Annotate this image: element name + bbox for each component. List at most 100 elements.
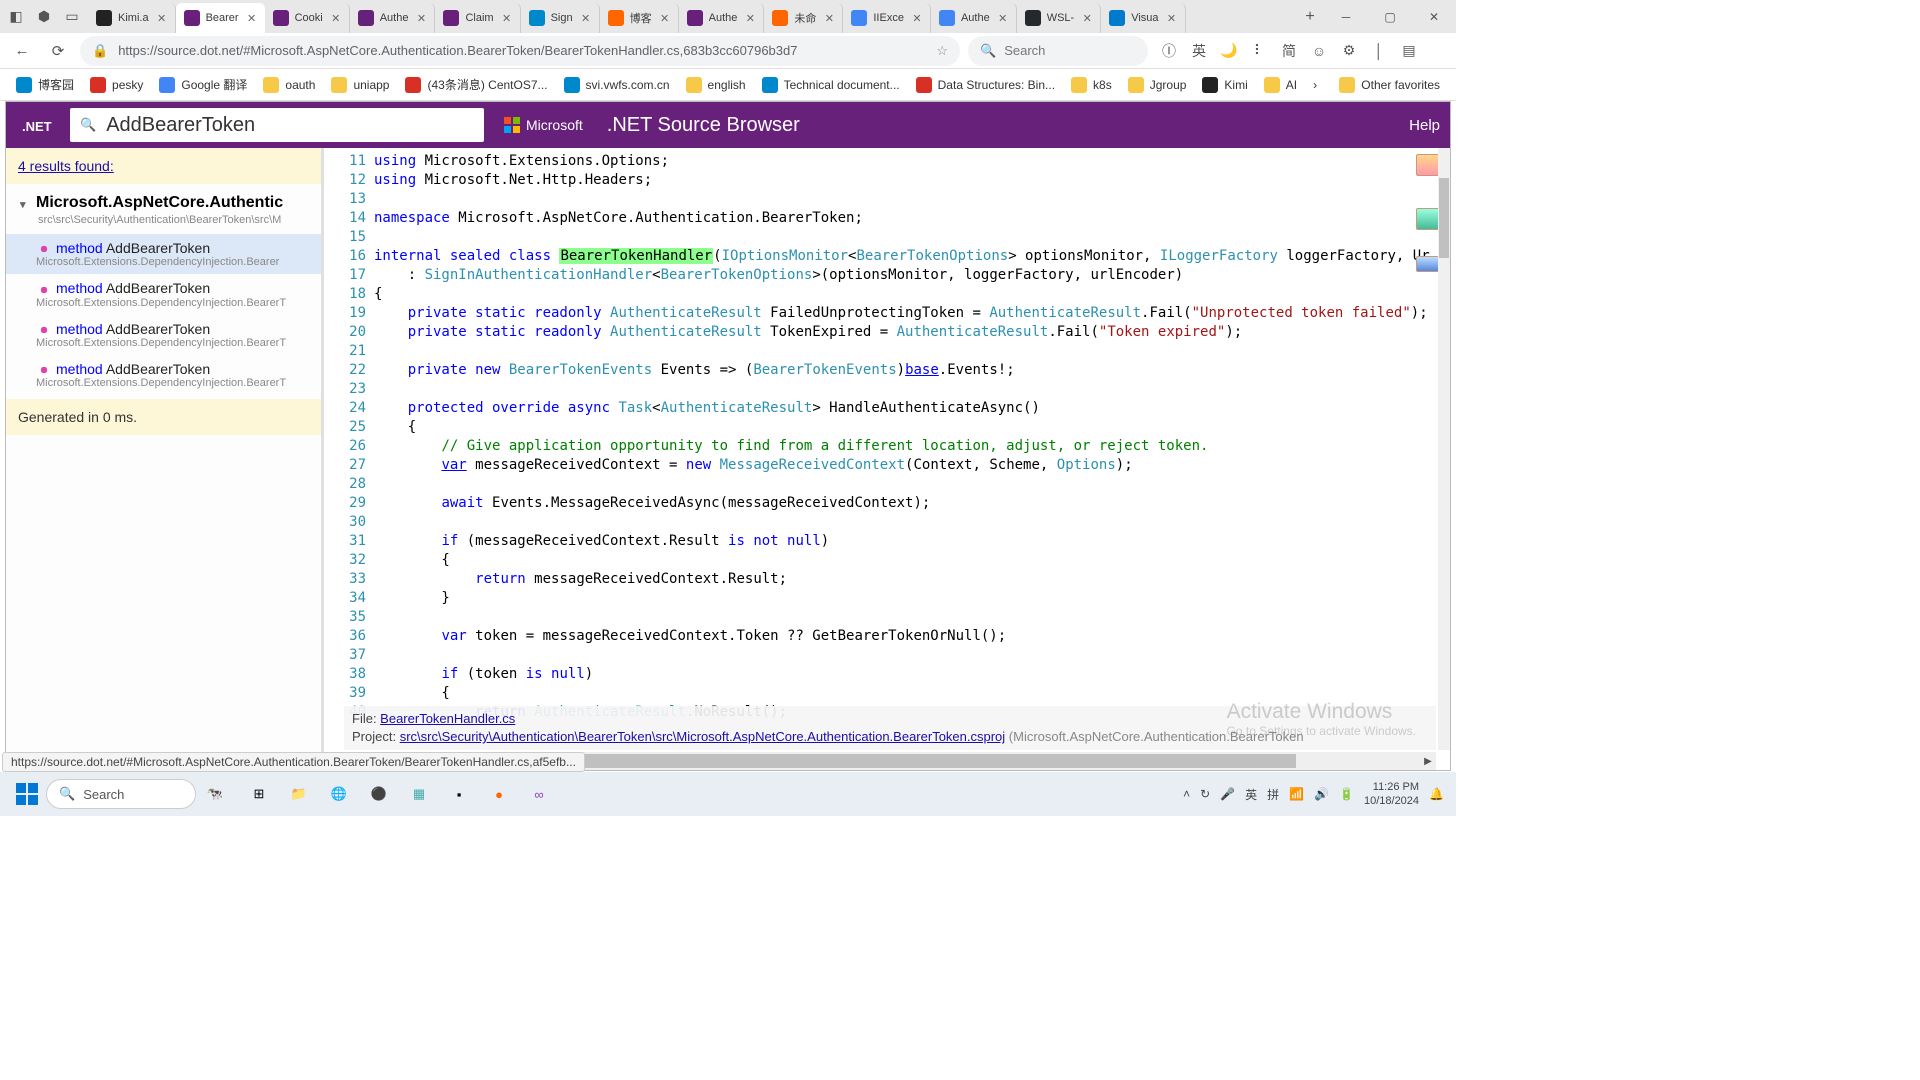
code-line[interactable]: return messageReceivedContext.Result; [374, 570, 1450, 589]
tray-mic-icon[interactable]: 🎤 [1220, 787, 1235, 801]
minimize-button[interactable]: ─ [1324, 0, 1368, 33]
bookmark-item[interactable]: Kimi [1196, 73, 1253, 97]
task-view-icon[interactable]: ⊞ [240, 776, 278, 812]
code-line[interactable]: { [374, 418, 1450, 437]
visual-studio-icon[interactable]: ∞ [520, 776, 558, 812]
code-line[interactable] [374, 608, 1450, 627]
line-number[interactable]: 21 [324, 342, 366, 361]
search-result[interactable]: method AddBearerTokenMicrosoft.Extension… [6, 315, 321, 355]
browser-tab[interactable]: 博客✕ [600, 3, 679, 33]
tray-chevron-icon[interactable]: ˄ [1183, 787, 1190, 801]
line-number[interactable]: 22 [324, 361, 366, 380]
bookmark-item[interactable]: pesky [84, 73, 149, 97]
bookmark-item[interactable]: uniapp [325, 73, 395, 97]
microsoft-logo[interactable]: Microsoft [504, 117, 583, 133]
ime-toggle-en[interactable]: Ⓘ [1156, 38, 1182, 64]
search-result[interactable]: method AddBearerTokenMicrosoft.Extension… [6, 234, 321, 274]
url-field[interactable]: 🔒 https://source.dot.net/#Microsoft.AspN… [80, 36, 960, 66]
close-window-button[interactable]: ✕ [1412, 0, 1456, 33]
line-number[interactable]: 15 [324, 228, 366, 247]
line-number[interactable]: 18 [324, 285, 366, 304]
scroll-right-icon[interactable]: ▶ [1420, 752, 1436, 770]
line-number[interactable]: 14 [324, 209, 366, 228]
code-line[interactable]: var token = messageReceivedContext.Token… [374, 627, 1450, 646]
browser-tab[interactable]: Authe✕ [679, 3, 765, 33]
line-number[interactable]: 19 [324, 304, 366, 323]
ime-mode[interactable]: 拼 [1267, 786, 1279, 803]
profile-icon[interactable]: ◧ [6, 7, 26, 27]
code-line[interactable]: namespace Microsoft.AspNetCore.Authentic… [374, 209, 1450, 228]
code-line[interactable]: var messageReceivedContext = new Message… [374, 456, 1450, 475]
code-line[interactable]: await Events.MessageReceivedAsync(messag… [374, 494, 1450, 513]
site-info-icon[interactable]: 🔒 [92, 43, 108, 59]
file-link[interactable]: BearerTokenHandler.cs [380, 711, 515, 726]
line-number[interactable]: 30 [324, 513, 366, 532]
browser-tab[interactable]: 未命✕ [764, 3, 843, 33]
tab-close-icon[interactable]: ✕ [822, 11, 836, 25]
taskbar-widget-icon[interactable]: 🐄 [200, 786, 230, 802]
tab-close-icon[interactable]: ✕ [658, 11, 672, 25]
workspaces-icon[interactable]: ⬢ [34, 7, 54, 27]
line-number[interactable]: 20 [324, 323, 366, 342]
tab-close-icon[interactable]: ✕ [155, 11, 169, 25]
code-line[interactable] [374, 342, 1450, 361]
bookmark-item[interactable]: 博客园 [10, 72, 80, 97]
tab-close-icon[interactable]: ✕ [910, 11, 924, 25]
search-result[interactable]: method AddBearerTokenMicrosoft.Extension… [6, 355, 321, 395]
search-result[interactable]: method AddBearerTokenMicrosoft.Extension… [6, 274, 321, 314]
line-number[interactable]: 34 [324, 589, 366, 608]
code-line[interactable]: internal sealed class BearerTokenHandler… [374, 247, 1450, 266]
line-number[interactable]: 12 [324, 171, 366, 190]
tab-close-icon[interactable]: ✕ [500, 11, 514, 25]
battery-icon[interactable]: 🔋 [1339, 787, 1354, 801]
app-icon[interactable]: ▦ [400, 776, 438, 812]
bookmark-item[interactable]: english [680, 73, 752, 97]
taskbar-search[interactable]: 🔍 Search [46, 779, 196, 809]
new-tab-button[interactable]: + [1296, 0, 1324, 33]
tabs-icon[interactable]: ▭ [62, 7, 82, 27]
tab-close-icon[interactable]: ✕ [996, 11, 1010, 25]
volume-icon[interactable]: 🔊 [1314, 787, 1329, 801]
line-number[interactable]: 13 [324, 190, 366, 209]
reload-button[interactable]: ⟳ [44, 37, 72, 65]
browser-tab[interactable]: Visua✕ [1101, 3, 1185, 33]
ext-moon-icon[interactable]: 🌙 [1216, 38, 1242, 64]
code-line[interactable] [374, 190, 1450, 209]
line-number[interactable]: 28 [324, 475, 366, 494]
tab-close-icon[interactable]: ✕ [329, 11, 343, 25]
code-line[interactable]: : SignInAuthenticationHandler<BearerToke… [374, 266, 1450, 285]
line-number[interactable]: 33 [324, 570, 366, 589]
edge-icon[interactable]: 🌐 [320, 776, 358, 812]
line-number[interactable]: 39 [324, 684, 366, 703]
clock[interactable]: 11:26 PM 10/18/2024 [1364, 780, 1419, 808]
scrollbar-vertical[interactable] [1438, 148, 1450, 750]
tab-close-icon[interactable]: ✕ [579, 11, 593, 25]
wifi-icon[interactable]: 📶 [1289, 787, 1304, 801]
tab-close-icon[interactable]: ✕ [743, 11, 757, 25]
start-button[interactable] [12, 779, 42, 809]
code-line[interactable]: if (token is null) [374, 665, 1450, 684]
browser-tab[interactable]: Authe✕ [350, 3, 436, 33]
notifications-icon[interactable]: 🔔 [1429, 787, 1444, 801]
code-line[interactable] [374, 475, 1450, 494]
browser-tab[interactable]: WSL-✕ [1017, 3, 1102, 33]
bookmark-item[interactable]: Data Structures: Bin... [910, 73, 1061, 97]
code-line[interactable]: private new BearerTokenEvents Events => … [374, 361, 1450, 380]
code-line[interactable]: private static readonly AuthenticateResu… [374, 323, 1450, 342]
code-line[interactable]: // Give application opportunity to find … [374, 437, 1450, 456]
line-number[interactable]: 26 [324, 437, 366, 456]
browser-tab[interactable]: Claim✕ [435, 3, 520, 33]
result-group-header[interactable]: Microsoft.AspNetCore.Authentic [6, 184, 321, 214]
browser-tab[interactable]: Kimi.a✕ [88, 3, 176, 33]
line-number[interactable]: 29 [324, 494, 366, 513]
site-search-box[interactable]: 🔍 [70, 108, 484, 142]
tab-close-icon[interactable]: ✕ [1080, 11, 1094, 25]
line-number[interactable]: 35 [324, 608, 366, 627]
favorite-icon[interactable]: ☆ [936, 43, 948, 59]
ime-simp[interactable]: 简 [1276, 38, 1302, 64]
line-number[interactable]: 27 [324, 456, 366, 475]
app-icon[interactable]: ● [480, 776, 518, 812]
browser-search-field[interactable]: 🔍 Search [968, 36, 1148, 66]
code-line[interactable] [374, 228, 1450, 247]
code-line[interactable] [374, 646, 1450, 665]
